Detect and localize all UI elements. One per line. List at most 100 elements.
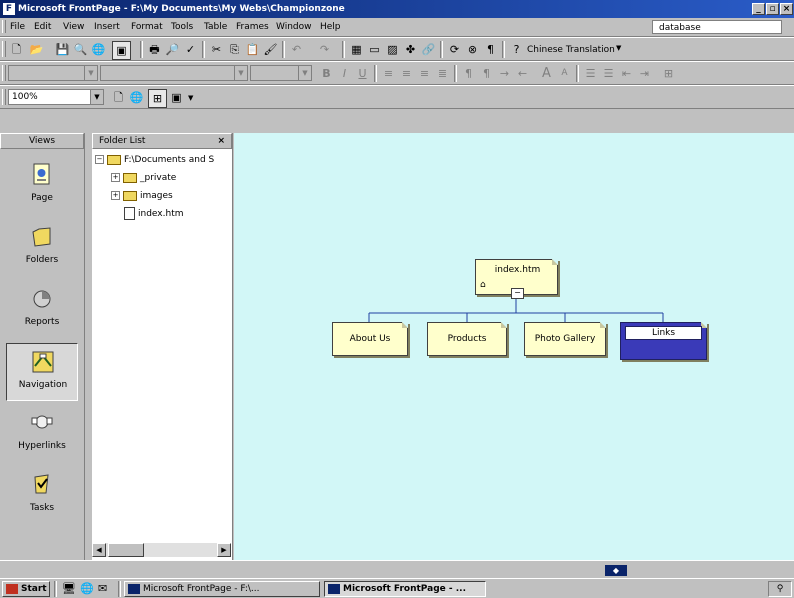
numbering-icon[interactable]: ☰ <box>582 65 599 82</box>
copy-icon[interactable]: ⎘ <box>226 41 243 58</box>
font-combo[interactable]: ▼ <box>100 65 248 81</box>
cut-icon[interactable]: ✂ <box>208 41 225 58</box>
menu-file[interactable]: File <box>10 22 25 32</box>
scroll-left-icon[interactable]: ◀ <box>92 543 106 557</box>
decrease-indent-icon[interactable]: ⇤ <box>618 65 635 82</box>
menu-grip[interactable] <box>2 20 6 33</box>
taskbar-item-frontpage-2[interactable]: Microsoft FrontPage - ... <box>324 581 486 597</box>
folder-list-scrollbar[interactable]: ◀ ▶ <box>92 543 231 557</box>
menu-tools[interactable]: Tools <box>171 22 193 32</box>
underline-icon[interactable]: U <box>354 65 371 82</box>
toolbar-grip[interactable] <box>2 89 6 105</box>
close-icon[interactable]: × <box>780 3 793 15</box>
paste-icon[interactable]: 📋 <box>244 41 261 58</box>
nav-page-products[interactable]: Products <box>427 322 507 356</box>
print-icon[interactable]: 🖶 <box>146 41 163 58</box>
increase-font-icon[interactable]: A <box>538 65 555 82</box>
format-painter-icon[interactable]: 🖌 <box>262 41 279 58</box>
tree-item-index[interactable]: index.htm <box>121 207 183 221</box>
toolbar-grip[interactable] <box>2 41 6 57</box>
align-center-icon[interactable]: ≡ <box>398 65 415 82</box>
font-size-combo[interactable]: ▼ <box>250 65 312 81</box>
menu-help[interactable]: Help <box>320 22 341 32</box>
redo-icon[interactable]: ↷ <box>316 41 333 58</box>
translation-icon[interactable]: ? <box>508 41 525 58</box>
tree-root[interactable]: − F:\Documents and S <box>95 153 214 167</box>
nav-page-home[interactable]: index.htm ⌂ − <box>475 259 558 299</box>
decrease-font-icon[interactable]: A <box>556 65 573 82</box>
rtl-icon[interactable]: ¶ <box>478 65 495 82</box>
borders-icon[interactable]: ⊞ <box>660 65 677 82</box>
expand-icon[interactable]: + <box>111 191 120 200</box>
align-right-icon[interactable]: ≡ <box>416 65 433 82</box>
scroll-thumb[interactable] <box>108 543 144 557</box>
align-left-icon[interactable]: ≡ <box>380 65 397 82</box>
menu-view[interactable]: View <box>63 22 84 32</box>
hyperlink-icon[interactable]: 🔗 <box>420 41 437 58</box>
expand-icon[interactable]: + <box>111 173 120 182</box>
open-icon[interactable]: 📂 <box>28 41 45 58</box>
menu-edit[interactable]: Edit <box>34 22 51 32</box>
toggle-pane-icon[interactable]: ▣ <box>112 41 131 60</box>
justify-icon[interactable]: ≣ <box>434 65 451 82</box>
view-reports[interactable]: Reports <box>6 281 78 339</box>
portrait-landscape-icon[interactable]: ⊞ <box>148 89 167 108</box>
view-navigation[interactable]: Navigation <box>6 343 78 401</box>
style-combo[interactable]: ▼ <box>8 65 98 81</box>
scroll-right-icon[interactable]: ▶ <box>217 543 231 557</box>
view-hyperlinks[interactable]: Hyperlinks <box>6 405 78 463</box>
save-icon[interactable]: 💾 <box>54 41 71 58</box>
refresh-icon[interactable]: ⟳ <box>446 41 463 58</box>
tree-item-images[interactable]: + images <box>111 189 173 203</box>
start-button[interactable]: Start <box>2 581 50 597</box>
translation-label[interactable]: Chinese Translation <box>527 45 615 55</box>
connection-status-icon[interactable]: ◆ <box>605 565 627 576</box>
frontpage-icon[interactable]: F <box>3 3 15 15</box>
view-folders[interactable]: Folders <box>6 219 78 277</box>
bold-icon[interactable]: B <box>318 65 335 82</box>
maximize-icon[interactable]: ▫ <box>766 3 779 15</box>
toolbar-grip[interactable] <box>2 65 6 81</box>
menu-window[interactable]: Window <box>276 22 312 32</box>
menu-insert[interactable]: Insert <box>94 22 120 32</box>
increase-indent-icon[interactable]: ⇥ <box>636 65 653 82</box>
spelling-icon[interactable]: ✓ <box>182 41 199 58</box>
drawing-icon[interactable]: ✤ <box>402 41 419 58</box>
system-tray[interactable]: ⚲ <box>768 581 792 597</box>
bullets-icon[interactable]: ☰ <box>600 65 617 82</box>
view-page[interactable]: Page <box>6 157 78 215</box>
toolbar-options-arrow[interactable]: ▼ <box>188 94 193 102</box>
taskbar-item-frontpage-1[interactable]: Microsoft FrontPage - F:\... <box>124 581 320 597</box>
tray-icon[interactable]: ⚲ <box>777 584 784 594</box>
ltr-icon[interactable]: ¶ <box>460 65 477 82</box>
stop-icon[interactable]: ⊗ <box>464 41 481 58</box>
web-component-icon[interactable]: ▦ <box>348 41 365 58</box>
insert-picture-icon[interactable]: ▨ <box>384 41 401 58</box>
folder-list-close-icon[interactable]: × <box>217 134 225 148</box>
translation-dropdown-arrow[interactable]: ▼ <box>616 44 621 52</box>
menu-table[interactable]: Table <box>204 22 227 32</box>
tree-item-private[interactable]: + _private <box>111 171 176 185</box>
nav-page-links[interactable]: Links <box>620 322 707 360</box>
outlook-express-icon[interactable]: ✉ <box>98 582 107 595</box>
menu-frames[interactable]: Frames <box>236 22 269 32</box>
print-preview-icon[interactable]: 🔎 <box>164 41 181 58</box>
minimize-icon[interactable]: _ <box>752 3 765 15</box>
new-top-page-icon[interactable]: 🗋 <box>110 89 127 106</box>
menu-format[interactable]: Format <box>131 22 163 32</box>
italic-icon[interactable]: I <box>336 65 353 82</box>
view-subtree-icon[interactable]: 🌐 <box>128 89 145 106</box>
new-page-icon[interactable]: 🗋 <box>8 41 25 58</box>
collapse-icon[interactable]: − <box>95 155 104 164</box>
internet-explorer-icon[interactable]: 🌐 <box>80 582 94 595</box>
undo-icon[interactable]: ↶ <box>288 41 305 58</box>
publish-icon[interactable]: 🌐 <box>90 41 107 58</box>
arrow-left-icon[interactable]: ← <box>514 65 531 82</box>
nav-page-photo-gallery[interactable]: Photo Gallery <box>524 322 606 356</box>
external-link-icon[interactable]: ▣ <box>168 89 185 106</box>
arrow-right-icon[interactable]: → <box>496 65 513 82</box>
show-desktop-icon[interactable]: 🖥 <box>62 582 76 595</box>
ask-a-question-box[interactable]: database <box>652 20 782 34</box>
show-all-icon[interactable]: ¶ <box>482 41 499 58</box>
insert-table-icon[interactable]: ▭ <box>366 41 383 58</box>
